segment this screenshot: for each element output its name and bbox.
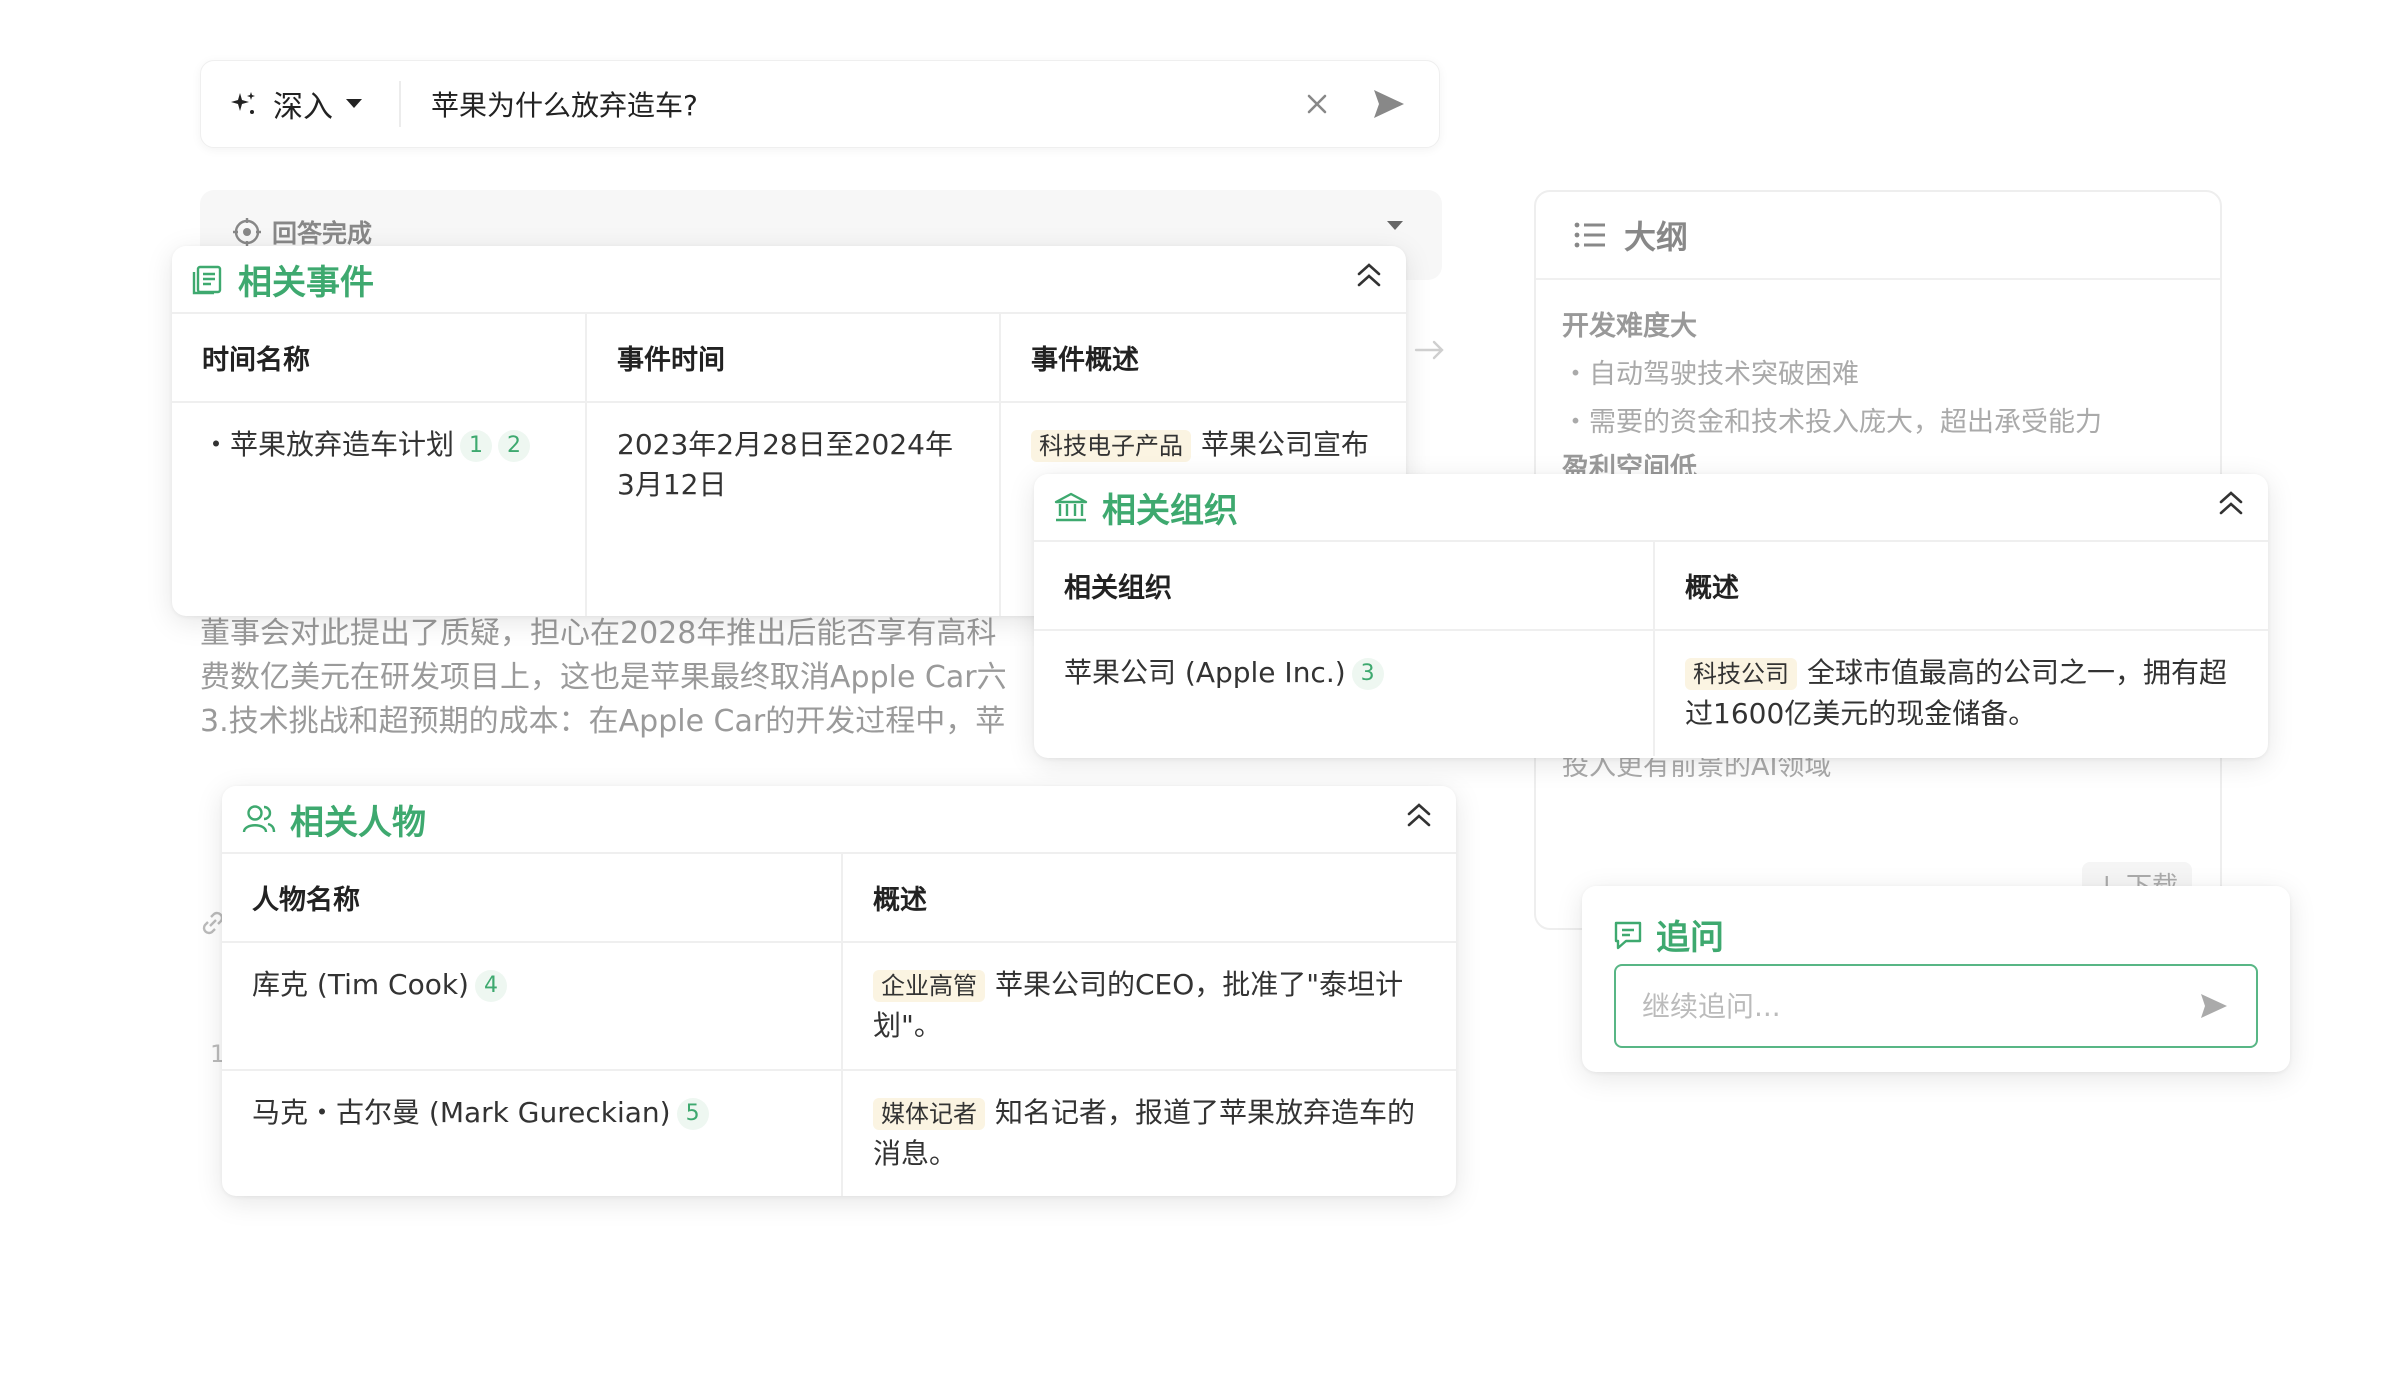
event-time: 2023年2月28日至2024年3月12日: [586, 402, 1001, 616]
outline-title: 大纲: [1624, 218, 1689, 256]
collapse-icon[interactable]: [1404, 800, 1434, 830]
caret-down-icon: [346, 99, 362, 108]
orgs-header: 相关组织: [1034, 474, 2268, 542]
column-header: 事件时间: [586, 314, 1001, 403]
category-tag: 科技电子产品: [1031, 430, 1191, 462]
person-name-cell: 马克・古尔曼 (Mark Gureckian) 5: [222, 1070, 843, 1196]
reference-badge[interactable]: 1: [460, 430, 493, 462]
reference-badge[interactable]: 2: [498, 430, 531, 462]
category-tag: 媒体记者: [873, 1098, 985, 1130]
events-header: 相关事件: [172, 246, 1406, 314]
person-desc-cell: 企业高管 苹果公司的CEO，批准了"泰坦计划"。: [842, 942, 1456, 1071]
followup-input-box: [1614, 964, 2258, 1048]
reference-badge[interactable]: 4: [474, 970, 507, 1002]
column-header: 概述: [842, 854, 1456, 943]
person-name[interactable]: 库克 (Tim Cook): [252, 968, 469, 1001]
person-name-cell: 库克 (Tim Cook) 4: [222, 942, 843, 1071]
bank-icon: [1054, 492, 1088, 522]
outline-item[interactable]: ・需要的资金和技术投入庞大，超出承受能力: [1562, 400, 2102, 439]
org-name[interactable]: 苹果公司 (Apple Inc.): [1064, 656, 1346, 689]
collapse-icon[interactable]: [1354, 260, 1384, 290]
column-header: 时间名称: [172, 314, 587, 403]
mode-label: 深入: [273, 90, 333, 125]
chat-icon: [1614, 921, 1642, 949]
search-query[interactable]: 苹果为什么放弃造车?: [401, 84, 1297, 124]
close-icon: [1307, 94, 1327, 114]
reference-badge[interactable]: 5: [676, 1098, 709, 1130]
person-desc-cell: 媒体记者 知名记者，报道了苹果放弃造车的消息。: [842, 1070, 1456, 1196]
org-desc-cell: 科技公司 全球市值最高的公司之一，拥有超过1600亿美元的现金储备。: [1654, 630, 2268, 756]
table-header-row: 时间名称 事件时间 事件概述: [172, 314, 1406, 403]
events-title: 相关事件: [238, 262, 374, 303]
table-header-row: 相关组织 概述: [1034, 542, 2268, 631]
answer-line-3: 3.技术挑战和超预期的成本：在Apple Car的开发过程中，苹: [200, 704, 1006, 739]
column-header: 人物名称: [222, 854, 843, 943]
target-icon: [233, 218, 261, 246]
followup-input[interactable]: [1642, 989, 2198, 1023]
people-title: 相关人物: [290, 802, 426, 843]
answer-line-1: 董事会对此提出了质疑，担心在2028年推出后能否享有高科: [200, 616, 997, 651]
people-header: 相关人物: [222, 786, 1456, 854]
person-name[interactable]: 马克・古尔曼 (Mark Gureckian): [252, 1096, 671, 1129]
clear-button[interactable]: [1297, 84, 1337, 124]
reference-badge[interactable]: 3: [1351, 658, 1384, 690]
people-icon: [242, 805, 276, 833]
people-table: 人物名称 概述 库克 (Tim Cook) 4 企业高管 苹果公司的CEO，批准了"…: [222, 854, 1456, 1196]
send-button[interactable]: [1367, 82, 1411, 126]
send-icon[interactable]: [2198, 990, 2230, 1022]
table-header-row: 人物名称 概述: [222, 854, 1456, 943]
related-orgs-card: 相关组织 相关组织 概述 苹果公司 (Apple Inc.) 3 科技公司 全球市值…: [1034, 474, 2268, 758]
list-icon: [1574, 222, 1605, 248]
category-tag: 企业高管: [873, 970, 985, 1002]
table-row: 马克・古尔曼 (Mark Gureckian) 5 媒体记者 知名记者，报道了苹果放…: [222, 1070, 1456, 1196]
answer-status-text: 回答完成: [272, 219, 373, 248]
related-people-card: 相关人物 人物名称 概述 库克 (Tim Cook) 4 企业高管 苹果公司的CEO…: [222, 786, 1456, 1196]
event-name-cell: ・苹果放弃造车计划 1 2: [172, 402, 587, 616]
column-header: 相关组织: [1034, 542, 1655, 631]
sparkle-icon: [231, 92, 255, 114]
event-name[interactable]: 苹果放弃造车计划: [230, 428, 454, 461]
document-icon: [192, 265, 222, 295]
answer-status: 回答完成: [232, 214, 372, 250]
column-header: 概述: [1654, 542, 2268, 631]
orgs-table: 相关组织 概述 苹果公司 (Apple Inc.) 3 科技公司 全球市值最高的公司…: [1034, 542, 2268, 756]
mode-dropdown[interactable]: 深入: [201, 81, 401, 127]
chevron-down-icon[interactable]: [1386, 220, 1404, 232]
followup-header: 追问: [1612, 910, 1724, 959]
column-header: 事件概述: [1000, 314, 1406, 403]
outline-item[interactable]: ・自动驾驶技术突破困难: [1562, 352, 1859, 391]
org-name-cell: 苹果公司 (Apple Inc.) 3: [1034, 630, 1655, 756]
category-tag: 科技公司: [1685, 658, 1797, 690]
table-row: 库克 (Tim Cook) 4 企业高管 苹果公司的CEO，批准了"泰坦计划"。: [222, 942, 1456, 1071]
answer-line-2: 费数亿美元在研发项目上，这也是苹果最终取消Apple Car六: [200, 660, 1007, 695]
collapse-icon[interactable]: [2216, 488, 2246, 518]
send-icon: [1374, 90, 1404, 118]
table-row: 苹果公司 (Apple Inc.) 3 科技公司 全球市值最高的公司之一，拥有超过1…: [1034, 630, 2268, 756]
arrow-right-icon: [1414, 340, 1444, 360]
event-desc: 苹果公司宣布: [1201, 428, 1370, 461]
orgs-title: 相关组织: [1102, 490, 1238, 531]
followup-title: 追问: [1656, 918, 1724, 958]
outline-header: 大纲: [1536, 192, 2220, 280]
outline-section[interactable]: 开发难度大: [1562, 304, 1697, 343]
followup-card: 追问: [1582, 886, 2290, 1072]
search-bar: 深入 苹果为什么放弃造车?: [200, 60, 1440, 148]
